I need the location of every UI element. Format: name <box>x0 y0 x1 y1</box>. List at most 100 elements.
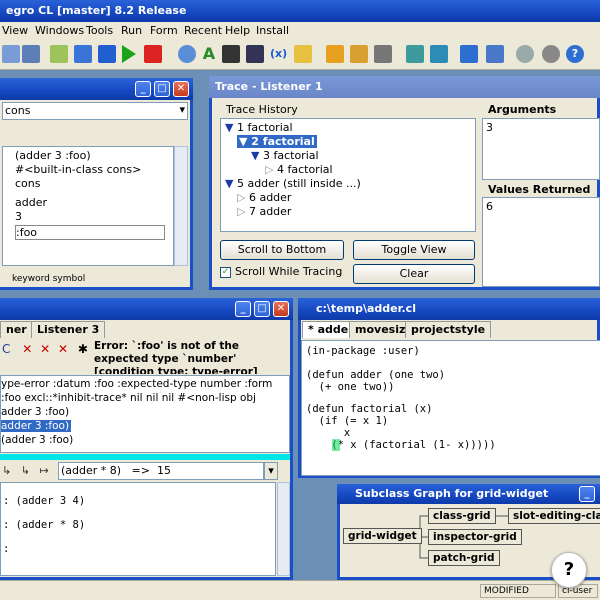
graph-node[interactable]: class-grid <box>428 508 496 524</box>
inspector-line[interactable]: :foo <box>15 225 165 240</box>
backtrace-line-selected[interactable]: adder 3 :foo) <box>1 420 72 432</box>
tree-node[interactable]: ▷ 6 adder <box>237 191 291 204</box>
history-back-icon[interactable]: ↳ <box>2 464 11 477</box>
stack-icon[interactable] <box>374 45 392 63</box>
inspector-line[interactable]: #<built-in-class cons> <box>15 163 141 176</box>
inspector-line[interactable]: (adder 3 :foo) <box>15 149 91 162</box>
window-icon[interactable] <box>2 45 20 63</box>
help-badge[interactable]: ? <box>551 552 587 588</box>
inspector-scrollbar[interactable] <box>174 146 188 266</box>
binoculars-icon[interactable] <box>222 45 240 63</box>
menu-form[interactable]: Form <box>150 24 178 37</box>
menu-recent[interactable]: Recent <box>184 24 222 37</box>
menu-install[interactable]: Install <box>256 24 289 37</box>
backtrace-line[interactable]: adder 3 :foo) <box>1 406 69 418</box>
gear-icon[interactable] <box>542 45 560 63</box>
abort-all-icon[interactable]: ✕ <box>40 342 50 356</box>
tools-icon[interactable] <box>516 45 534 63</box>
scroll-while-tracing-checkbox[interactable]: ✓ <box>220 267 231 278</box>
graph-node-root[interactable]: grid-widget <box>343 528 422 544</box>
toggle-view-button[interactable]: Toggle View <box>353 240 475 260</box>
abort-icon[interactable]: ✕ <box>22 342 32 356</box>
tree-node-selected[interactable]: ▼ 2 factorial <box>237 135 317 148</box>
repl-scrollbar[interactable] <box>277 482 290 576</box>
graph-node[interactable]: patch-grid <box>428 550 500 566</box>
magnifier-icon[interactable] <box>178 45 196 63</box>
menu-run[interactable]: Run <box>121 24 142 37</box>
dialog-icon[interactable] <box>486 45 504 63</box>
maximize-icon[interactable]: □ <box>254 301 270 317</box>
code-line: x <box>306 427 351 439</box>
tree-node[interactable]: ▼ 5 adder (still inside ...) <box>225 177 361 190</box>
minimize-icon[interactable]: _ <box>579 486 595 502</box>
stop-icon[interactable] <box>144 45 162 63</box>
menu-view[interactable]: View <box>2 24 28 37</box>
arrows-icon[interactable] <box>326 45 344 63</box>
inspector-line[interactable]: adder <box>15 196 47 209</box>
tree-node[interactable]: ▼ 1 factorial <box>225 121 293 134</box>
minimize-icon[interactable]: _ <box>135 81 151 97</box>
inspector-line[interactable]: cons <box>15 177 40 190</box>
editor-title: c:\temp\adder.cl <box>316 302 416 315</box>
code-line: (+ one two)) <box>306 381 395 393</box>
graph-node[interactable]: slot-editing-class- <box>508 508 600 524</box>
symbol-icon[interactable]: (x) <box>270 45 288 63</box>
dropdown-icon[interactable]: ▾ <box>179 103 185 116</box>
maximize-icon[interactable]: □ <box>154 81 170 97</box>
close-icon[interactable]: ✕ <box>273 301 289 317</box>
history-next-icon[interactable]: ↦ <box>39 464 48 477</box>
code-line: (in-package :user) <box>306 345 420 357</box>
layout-icon[interactable] <box>406 45 424 63</box>
inspector-line[interactable]: 3 <box>15 210 22 223</box>
new-file-icon[interactable] <box>50 45 68 63</box>
binoculars2-icon[interactable] <box>246 45 264 63</box>
tree-node[interactable]: ▷ 4 factorial <box>265 163 333 176</box>
repl-pane[interactable]: : (adder 3 4) : (adder * 8) : <box>0 482 276 576</box>
close-icon[interactable]: ✕ <box>173 81 189 97</box>
menu-tools[interactable]: Tools <box>86 24 113 37</box>
clear-button[interactable]: Clear <box>353 264 475 284</box>
scroll-to-bottom-button[interactable]: Scroll to Bottom <box>220 240 344 260</box>
tree-node[interactable]: ▼ 3 factorial <box>251 149 319 162</box>
folder-search-icon[interactable] <box>294 45 312 63</box>
backtrace-line[interactable]: :foo excl::*inhibit-trace* nil nil nil #… <box>1 392 256 404</box>
history-combo[interactable]: (adder * 8) => 15 <box>58 462 264 480</box>
graph-node[interactable]: inspector-grid <box>428 529 522 545</box>
history-forward-icon[interactable]: ↳ <box>21 464 30 477</box>
combo-dropdown-icon[interactable]: ▾ <box>264 462 278 480</box>
backtrace-line[interactable]: (adder 3 :foo) <box>1 434 73 446</box>
backtrace-line[interactable]: ype-error :datum :foo :expected-type num… <box>1 378 272 390</box>
tab-listener-3[interactable]: Listener 3 <box>31 321 106 338</box>
download-icon[interactable] <box>350 45 368 63</box>
splitter-bar[interactable] <box>0 454 290 460</box>
trace-window: Trace - Listener 1 Trace History ▼ 1 fac… <box>209 76 600 290</box>
values-label: Values Returned <box>488 183 591 196</box>
run-icon[interactable] <box>122 45 136 63</box>
kill-icon[interactable]: ✕ <box>58 342 68 356</box>
repl-line: : <box>3 543 10 555</box>
repl-line: : (adder 3 4) <box>3 495 86 507</box>
menu-windows[interactable]: Windows <box>35 24 84 37</box>
form-icon[interactable] <box>98 45 116 63</box>
inspector-field[interactable]: cons ▾ <box>2 102 188 120</box>
app-titlebar: egro CL [master] 8.2 Release <box>0 0 600 22</box>
grid-icon[interactable] <box>430 45 448 63</box>
editor-tabs: * adder movesize projectstyle <box>301 320 600 340</box>
font-a-icon[interactable]: A <box>200 45 218 63</box>
minimize-icon[interactable]: _ <box>235 301 251 317</box>
panel-icon[interactable] <box>460 45 478 63</box>
continue-icon[interactable]: C <box>2 342 10 356</box>
arguments-value: 3 <box>486 121 493 134</box>
menu-help[interactable]: Help <box>225 24 250 37</box>
tree-node[interactable]: ▷ 7 adder <box>237 205 291 218</box>
modified-indicator: MODIFIED <box>480 584 556 598</box>
tab-projectstyle[interactable]: projectstyle <box>405 321 492 338</box>
editor-titlebar: c:\temp\adder.cl <box>298 298 600 320</box>
code-editor[interactable]: (in-package :user) (defun adder (one two… <box>301 340 600 476</box>
help-icon[interactable]: ? <box>566 45 584 63</box>
windows-icon[interactable] <box>22 45 40 63</box>
bug-icon[interactable]: ✱ <box>78 342 88 356</box>
box-icon[interactable] <box>74 45 92 63</box>
values-box: 6 <box>482 197 600 287</box>
listener-tabs: ner 2 Listener 3 <box>0 320 290 340</box>
